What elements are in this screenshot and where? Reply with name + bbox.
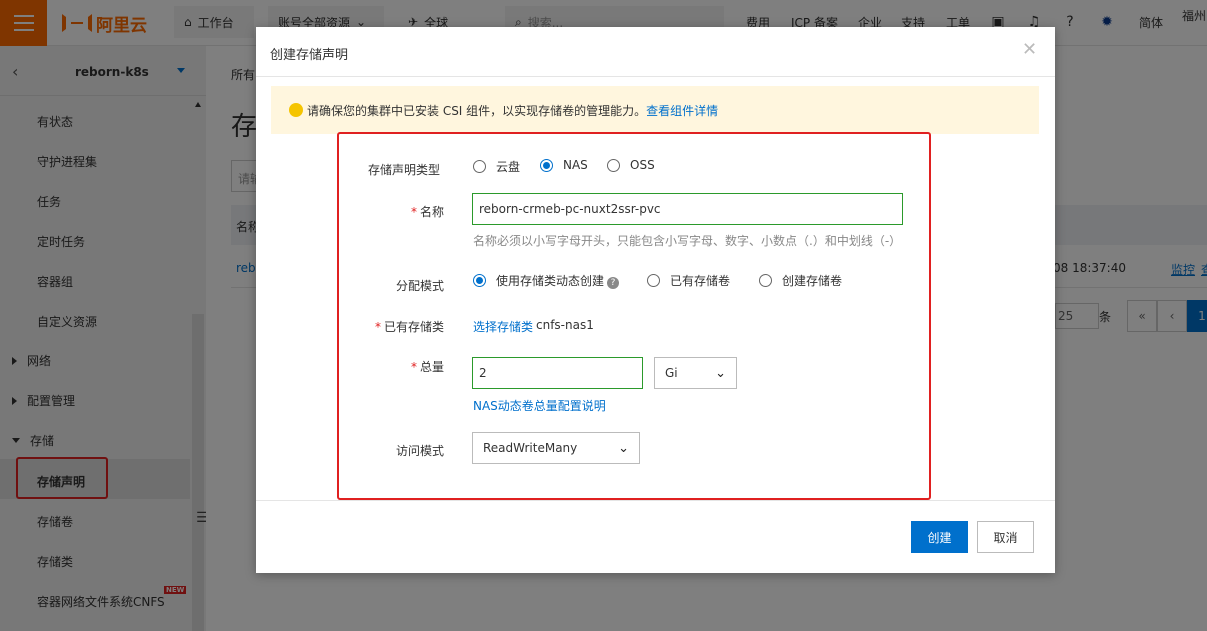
select-storageclass-link[interactable]: 选择存储类	[473, 318, 533, 335]
radio-circle	[647, 274, 660, 287]
create-button[interactable]: 创建	[911, 521, 968, 553]
total-label: * 总量	[410, 360, 444, 374]
unit-select[interactable]: Gi ⌄	[654, 357, 737, 389]
radio-label: 使用存储类动态创建?	[496, 272, 620, 289]
name-hint: 名称必须以小写字母开头，只能包含小写字母、数字、小数点（.）和中划线（-）	[473, 234, 902, 248]
access-mode-select[interactable]: ReadWriteMany ⌄	[472, 432, 640, 464]
type-radio-oss[interactable]: OSS	[607, 158, 655, 172]
radio-label: OSS	[630, 158, 655, 172]
warning-icon	[289, 103, 303, 117]
name-label: * 名称	[410, 205, 444, 219]
alloc-radio-existing-pv[interactable]: 已有存储卷	[647, 272, 730, 289]
type-label: 存储声明类型	[367, 163, 440, 177]
radio-circle	[607, 158, 620, 172]
storageclass-value: cnfs-nas1	[536, 318, 594, 332]
alloc-option-text: 使用存储类动态创建	[496, 274, 605, 288]
dialog-header-divider	[256, 76, 1055, 77]
alloc-label: 分配模式	[395, 279, 444, 293]
type-radio-disk[interactable]: 云盘	[473, 158, 520, 175]
close-icon[interactable]: ✕	[1022, 39, 1037, 60]
total-input[interactable]: 2	[472, 357, 643, 389]
type-radio-nas[interactable]: NAS	[540, 158, 588, 172]
storageclass-label: * 已有存储类	[374, 320, 444, 334]
access-mode-value: ReadWriteMany	[483, 441, 578, 455]
access-label: 访问模式	[395, 444, 444, 458]
dialog-footer-divider	[256, 500, 1055, 501]
chevron-down-icon: ⌄	[618, 440, 629, 456]
radio-circle-selected	[473, 274, 486, 287]
radio-label: 云盘	[496, 160, 521, 174]
notice-message: 请确保您的集群中已安装 CSI 组件，以实现存储卷的管理能力。	[307, 104, 647, 118]
create-pvc-dialog: 创建存储声明 ✕ 请确保您的集群中已安装 CSI 组件，以实现存储卷的管理能力。…	[256, 27, 1055, 573]
unit-value: Gi	[665, 366, 678, 380]
csi-notice: 请确保您的集群中已安装 CSI 组件，以实现存储卷的管理能力。查看组件详情	[271, 86, 1039, 134]
radio-circle	[759, 274, 772, 287]
cancel-button[interactable]: 取消	[977, 521, 1034, 553]
chevron-down-icon: ⌄	[715, 365, 726, 381]
dialog-title: 创建存储声明	[270, 48, 349, 63]
radio-circle	[473, 160, 486, 173]
radio-label: NAS	[563, 158, 588, 172]
storageclass-label-text: 已有存储类	[383, 320, 444, 334]
name-label-text: 名称	[419, 205, 444, 219]
name-input[interactable]: reborn-crmeb-pc-nuxt2ssr-pvc	[472, 193, 903, 225]
radio-label: 创建存储卷	[782, 274, 843, 288]
radio-circle-selected	[540, 158, 553, 172]
help-icon[interactable]: ?	[607, 277, 620, 289]
notice-text: 请确保您的集群中已安装 CSI 组件，以实现存储卷的管理能力。查看组件详情	[307, 102, 718, 119]
nas-size-help-link[interactable]: NAS动态卷总量配置说明	[473, 397, 606, 414]
notice-link[interactable]: 查看组件详情	[646, 104, 718, 118]
total-label-text: 总量	[419, 360, 444, 374]
alloc-radio-storageclass[interactable]: 使用存储类动态创建?	[473, 272, 620, 289]
alloc-radio-create-pv[interactable]: 创建存储卷	[759, 272, 842, 289]
radio-label: 已有存储卷	[670, 274, 731, 288]
